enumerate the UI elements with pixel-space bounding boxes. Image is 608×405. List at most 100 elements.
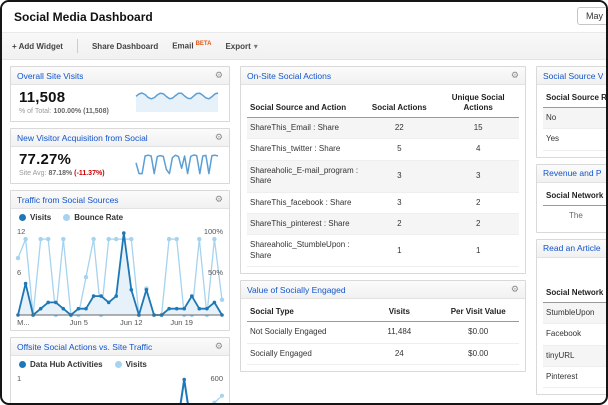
widget-title-link[interactable]: Revenue and P <box>543 168 602 178</box>
gear-icon[interactable] <box>511 285 519 294</box>
traffic-from-social-sources-svg <box>15 231 225 318</box>
table-cell: ShareThis_pinterest : Share <box>247 213 362 236</box>
widget-title-link[interactable]: Social Source V <box>543 71 603 81</box>
widget-value-socially-engaged: Value of Socially Engaged Social Type Vi… <box>240 280 526 372</box>
column-header[interactable]: Social Type <box>247 303 362 323</box>
table-cell: tinyURL <box>543 345 606 367</box>
overall-visits-sparkline <box>133 89 221 115</box>
widget-title-link[interactable]: Read an Article <box>543 243 601 253</box>
widget-body: Social Source Referral NoYes <box>537 85 606 157</box>
table-row: Not Socially Engaged 11,484 $0.00 <box>247 321 519 344</box>
new-visitor-acquisition-sparkline-svg <box>135 154 219 175</box>
table-row: Facebook <box>543 323 606 346</box>
column-left: Overall Site Visits 11,508 % of Total: 1… <box>10 66 230 403</box>
beta-badge: BETA <box>195 41 212 48</box>
legend-item-visits: Visits <box>19 213 51 222</box>
widget-header: Traffic from Social Sources <box>11 191 229 209</box>
table-cell: Pinterest <box>543 366 606 389</box>
widget-header: Offsite Social Actions vs. Site Traffic <box>11 338 229 356</box>
widget-title-link[interactable]: Offsite Social Actions vs. Site Traffic <box>17 342 152 352</box>
table-cell: 3 <box>361 160 438 193</box>
table-cell: Facebook <box>543 323 606 346</box>
legend-label: Visits <box>30 213 52 222</box>
share-dashboard-button[interactable]: Share Dashboard <box>92 42 158 51</box>
column-header[interactable]: Per Visit Value <box>437 303 519 323</box>
gear-icon[interactable] <box>215 195 223 204</box>
table-header-row: Social Source and Action Social Actions … <box>247 89 519 118</box>
sub-label: Site Avg: <box>19 170 47 177</box>
x-axis-labels: M... Jun 5 Jun 12 Jun 19 <box>15 318 225 330</box>
sub-value: 87.18% <box>48 170 73 177</box>
export-button[interactable]: Export <box>225 42 257 51</box>
table-cell: 2 <box>437 213 519 236</box>
legend-dot-icon <box>63 214 71 221</box>
x-axis-tick: M... <box>17 318 30 327</box>
add-widget-button[interactable]: + Add Widget <box>12 42 63 51</box>
email-button[interactable]: Email BETA <box>172 41 211 51</box>
social-source-table: Social Source Referral NoYes <box>543 89 606 151</box>
column-header[interactable]: Social Source Referral <box>543 89 606 108</box>
metric-value: 77.27% <box>19 151 72 168</box>
widget-title-link[interactable]: On-Site Social Actions <box>247 71 331 81</box>
widget-body: 11,508 % of Total: 100.00% (11,508) <box>11 85 229 121</box>
gear-icon[interactable] <box>215 71 223 80</box>
widget-offsite-social-actions: Offsite Social Actions vs. Site Traffic … <box>10 337 230 403</box>
widget-social-source-visits: Social Source V Social Source Referral N… <box>536 66 606 158</box>
column-header[interactable]: Visits <box>361 303 438 323</box>
column-header[interactable]: Social Source and Action <box>247 89 362 118</box>
widget-title-link[interactable]: New Visitor Acquisition from Social <box>17 133 148 143</box>
dashboard-toolbar: + Add Widget Share Dashboard Email BETA E… <box>2 33 606 60</box>
sub-value: 100.00% <box>53 108 82 115</box>
table-header-row: Social Network <box>543 186 606 206</box>
table-cell: Yes <box>543 128 606 151</box>
legend-label: Visits <box>125 360 147 369</box>
table-row: ShareThis_Email : Share 22 15 <box>247 117 519 140</box>
widget-body: Social Network The <box>537 183 606 232</box>
sub-delta-negative: (-11.37%) <box>74 170 105 177</box>
gear-icon[interactable] <box>215 133 223 142</box>
widget-chart-spacer <box>537 258 606 280</box>
legend-label: Data Hub Activities <box>30 360 103 369</box>
column-header[interactable]: Social Network <box>543 186 606 206</box>
widget-body: Social Network StumbleUpon Facebook tinyUR… <box>537 280 606 395</box>
sub-label: % of Total: <box>19 108 52 115</box>
widget-body: 77.27% Site Avg: 87.18% (-11.37%) <box>11 147 229 183</box>
table-cell: ShareThis_twitter : Share <box>247 138 362 161</box>
table-cell: Socially Engaged <box>247 343 362 365</box>
widget-title-link[interactable]: Overall Site Visits <box>17 71 83 81</box>
table-header-row: Social Network <box>543 283 606 303</box>
widget-title-link[interactable]: Value of Socially Engaged <box>247 285 346 295</box>
export-label: Export <box>225 41 251 51</box>
metric-subtext: % of Total: 100.00% (11,508) <box>19 108 109 115</box>
widget-body: Social Type Visits Per Visit Value Not S… <box>241 299 525 371</box>
gear-icon[interactable] <box>511 71 519 80</box>
dashboard-header: Social Media Dashboard May <box>2 2 606 33</box>
chart-legend: Data Hub Activities Visits <box>11 356 229 371</box>
table-row: No <box>543 107 606 130</box>
table-header-row: Social Type Visits Per Visit Value <box>247 303 519 323</box>
table-cell: 2 <box>437 192 519 214</box>
column-middle: On-Site Social Actions Social Source and… <box>240 66 526 378</box>
table-cell: 15 <box>437 117 519 140</box>
gear-icon[interactable] <box>215 342 223 351</box>
legend-item-visits: Visits <box>114 360 147 369</box>
dashboard-grid: Overall Site Visits 11,508 % of Total: 1… <box>2 60 606 403</box>
legend-label: Bounce Rate <box>74 213 124 222</box>
widget-onsite-social-actions: On-Site Social Actions Social Source and… <box>240 66 526 275</box>
x-axis-tick: Jun 12 <box>120 318 143 327</box>
widget-title-link[interactable]: Traffic from Social Sources <box>17 195 119 205</box>
widget-header: Overall Site Visits <box>11 67 229 85</box>
sub-paren: (11,508) <box>83 108 109 115</box>
table-cell: $0.00 <box>437 321 519 344</box>
date-range-button[interactable]: May <box>576 7 606 25</box>
column-header[interactable]: Social Network <box>543 283 606 303</box>
toolbar-divider <box>76 39 78 53</box>
revenue-table: Social Network <box>543 186 606 206</box>
column-header[interactable]: Unique Social Actions <box>437 89 519 118</box>
widget-header: Value of Socially Engaged <box>241 281 525 300</box>
table-cell: 22 <box>361 117 438 140</box>
table-cell: ShareThis_Email : Share <box>247 117 362 140</box>
column-header[interactable]: Social Actions <box>361 89 438 118</box>
table-row: StumbleUpon <box>543 302 606 325</box>
read-article-table: Social Network StumbleUpon Facebook tinyUR… <box>543 283 606 389</box>
